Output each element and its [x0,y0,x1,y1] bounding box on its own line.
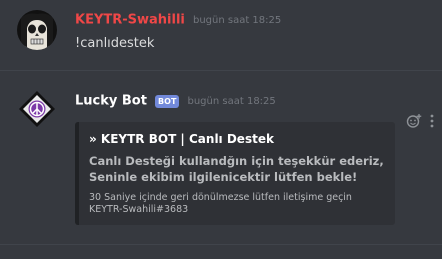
embed-footer-line: 30 Saniye içinde geri dönülmezse lütfen … [89,192,352,203]
message-header: Lucky Bot BOT bugün saat 18:25 [75,93,276,109]
bot-badge: BOT [155,95,180,108]
username[interactable]: Lucky Bot [75,94,147,109]
message-divider [0,70,442,71]
add-reaction-icon[interactable] [406,113,422,129]
message-divider [0,244,442,245]
embed-description-line: Seninle ekibim ilgilenicektir lütfen bek… [89,170,358,184]
more-options-icon[interactable] [428,113,436,129]
embed: » KEYTR BOT | Canlı Destek Canlı Desteği… [75,122,395,225]
embed-description-line: Canlı Desteği kullandğın için teşekkür e… [89,154,384,168]
skull-face-avatar [17,10,57,50]
message-header: KEYTR-Swahilli bugün saat 18:25 [75,12,281,28]
bot-avatar[interactable] [17,89,57,129]
timestamp: bugün saat 18:25 [192,14,282,26]
timestamp: bugün saat 18:25 [187,95,276,107]
embed-footer: 30 Saniye içinde geri dönülmezse lütfen … [89,192,352,216]
message-content: !canlıdestek [75,36,155,51]
user-avatar[interactable] [17,10,57,50]
username[interactable]: KEYTR-Swahilli [75,13,185,28]
embed-description: Canlı Desteği kullandğın için teşekkür e… [89,153,384,185]
embed-title: » KEYTR BOT | Canlı Destek [89,132,274,146]
peace-sign-avatar [17,89,57,129]
embed-footer-line: KEYTR-Swahili#3683 [89,204,189,215]
